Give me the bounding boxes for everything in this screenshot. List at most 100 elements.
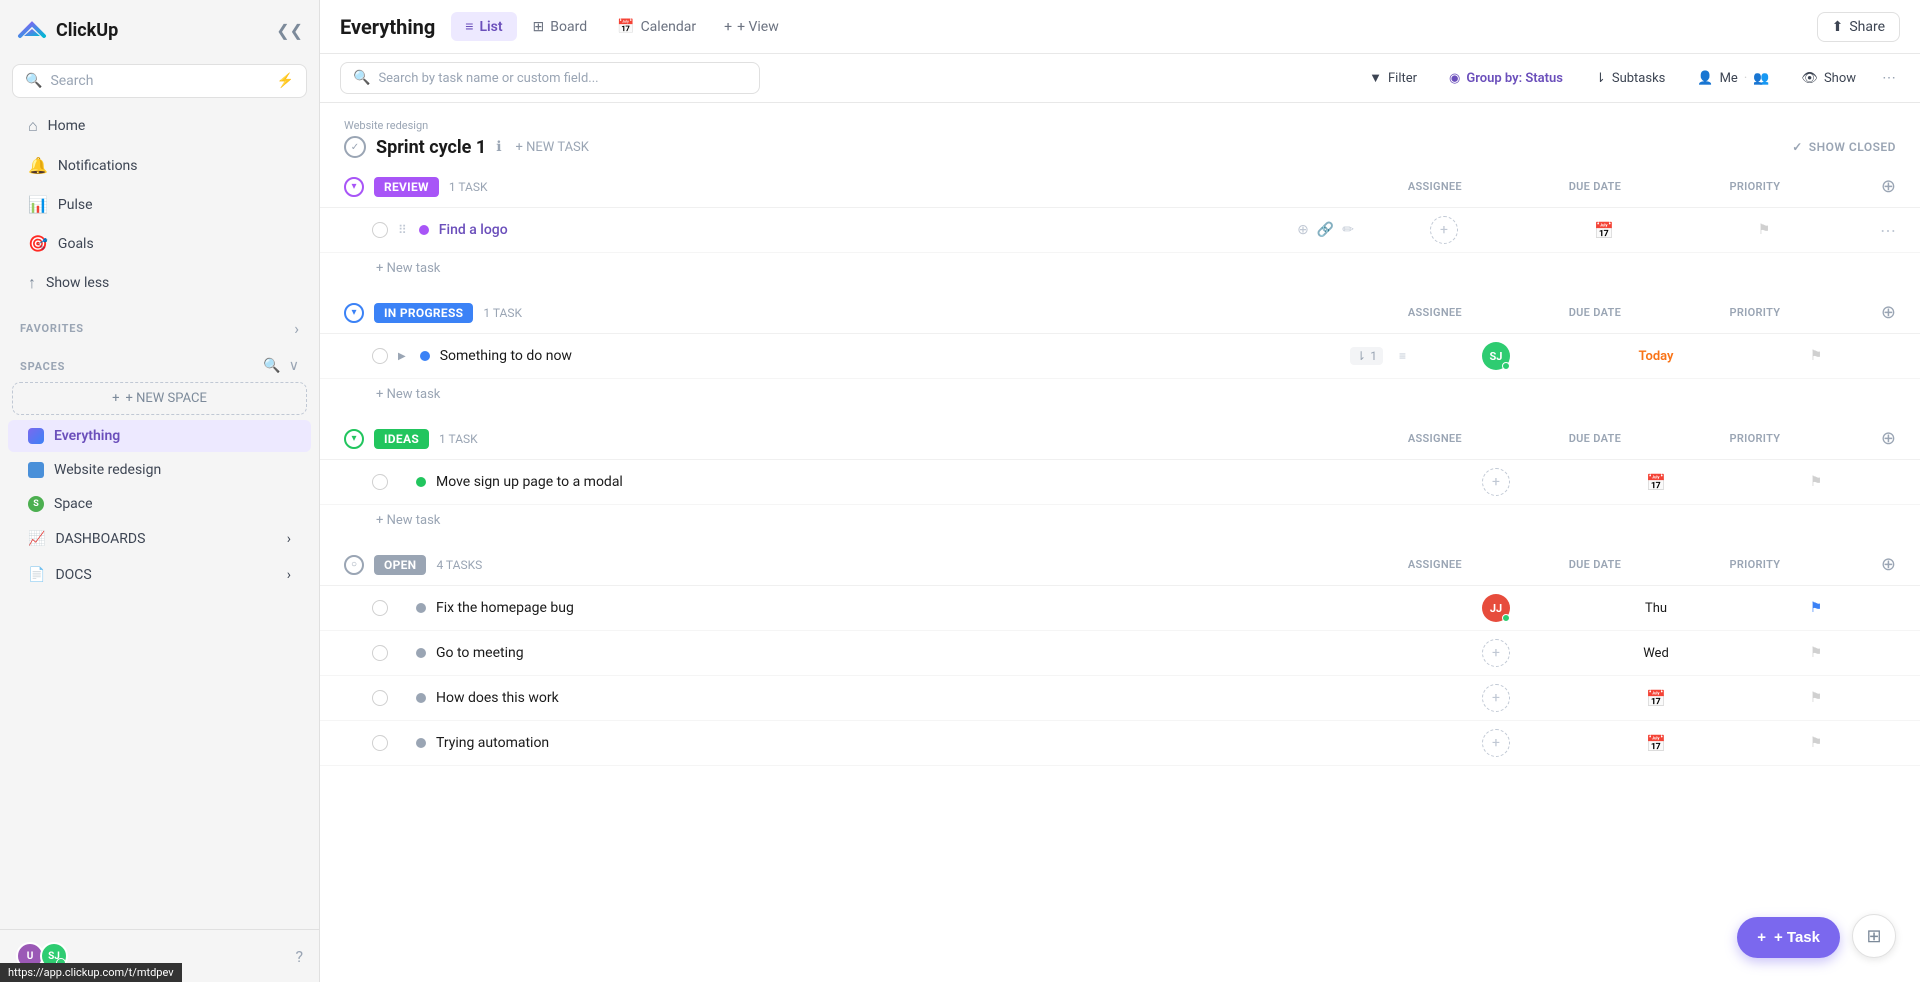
- sidebar-item-space-label: Space: [54, 496, 93, 512]
- inprogress-add-col-button[interactable]: ⊕: [1881, 302, 1896, 323]
- ideas-new-task-row[interactable]: + New task: [320, 505, 1920, 536]
- new-task-fab[interactable]: + + Task: [1737, 917, 1840, 958]
- review-add-col-button[interactable]: ⊕: [1881, 176, 1896, 197]
- filter-button[interactable]: ▼ Filter: [1359, 64, 1427, 92]
- task-due-date[interactable]: Today: [1638, 349, 1673, 364]
- apps-button[interactable]: ⊞: [1852, 914, 1896, 958]
- task-edit-icon[interactable]: ✏: [1342, 222, 1354, 238]
- task-duedate-placeholder[interactable]: 📅: [1646, 473, 1666, 492]
- ideas-add-col-button[interactable]: ⊕: [1881, 428, 1896, 449]
- task-name[interactable]: Something to do now: [440, 348, 1340, 364]
- tab-board[interactable]: ⊞ Board: [519, 13, 602, 41]
- section-review-collapse[interactable]: ▾: [344, 177, 364, 197]
- inprogress-new-task-row[interactable]: + New task: [320, 379, 1920, 410]
- sidebar-item-notifications[interactable]: 🔔 Notifications: [8, 147, 311, 184]
- sidebar-item-everything[interactable]: Everything: [8, 420, 311, 452]
- show-closed-button[interactable]: ✓ SHOW CLOSED: [1792, 140, 1896, 154]
- sidebar-search[interactable]: 🔍 Search ⚡: [12, 64, 307, 98]
- section-ideas-collapse[interactable]: ▾: [344, 429, 364, 449]
- lightning-icon[interactable]: ⚡: [277, 73, 294, 89]
- sidebar-item-home[interactable]: ⌂ Home: [8, 107, 311, 145]
- task-search-box[interactable]: 🔍 Search by task name or custom field...: [340, 62, 760, 94]
- task-more-button[interactable]: ⋯: [1880, 221, 1896, 240]
- task-checkbox[interactable]: [372, 600, 388, 616]
- sprint-new-task-button[interactable]: + NEW TASK: [516, 140, 589, 155]
- task-priority-flag[interactable]: ⚑: [1810, 645, 1823, 661]
- sidebar-collapse-button[interactable]: ❮❮: [276, 21, 303, 40]
- group-by-button[interactable]: ◉ Group by: Status: [1439, 65, 1573, 92]
- task-priority-flag[interactable]: ⚑: [1810, 348, 1823, 364]
- task-columns: + Wed ⚑: [1416, 639, 1896, 667]
- tab-calendar[interactable]: 📅 Calendar: [603, 13, 710, 41]
- task-checkbox[interactable]: [372, 348, 388, 364]
- task-checkbox[interactable]: [372, 690, 388, 706]
- task-expand-icon[interactable]: ▶: [398, 351, 406, 362]
- notifications-icon: 🔔: [28, 156, 48, 175]
- subtasks-button[interactable]: ⇂ Subtasks: [1585, 65, 1675, 92]
- sidebar-item-goals[interactable]: 🎯 Goals: [8, 225, 311, 262]
- task-assignee-placeholder[interactable]: +: [1482, 639, 1510, 667]
- spaces-expand-icon[interactable]: ∨: [289, 358, 299, 374]
- task-checkbox[interactable]: [372, 735, 388, 751]
- add-view-button[interactable]: + + View: [712, 13, 791, 41]
- sidebar-search-placeholder: Search: [50, 73, 93, 89]
- task-link-icon[interactable]: 🔗: [1317, 222, 1334, 238]
- topbar-right: ⬆ Share: [1817, 12, 1900, 42]
- task-priority-flag[interactable]: ⚑: [1810, 735, 1823, 751]
- task-assignee-placeholder[interactable]: +: [1430, 216, 1458, 244]
- sprint-info-button[interactable]: ℹ: [496, 139, 501, 155]
- me-button[interactable]: 👤 Me · 👥: [1687, 65, 1779, 92]
- section-inprogress-collapse[interactable]: ▾: [344, 303, 364, 323]
- new-space-button[interactable]: + + NEW SPACE: [12, 382, 307, 415]
- more-options-button[interactable]: ⋯: [1878, 66, 1900, 90]
- subtask-badge[interactable]: ⇂ 1: [1350, 347, 1383, 365]
- spaces-search-icon[interactable]: 🔍: [263, 358, 280, 374]
- tab-list[interactable]: ≡ List: [451, 12, 516, 41]
- task-due-date[interactable]: Wed: [1643, 646, 1669, 661]
- task-assignee-placeholder[interactable]: +: [1482, 684, 1510, 712]
- task-assignee-col: +: [1416, 729, 1576, 757]
- task-assignee-placeholder[interactable]: +: [1482, 468, 1510, 496]
- task-name[interactable]: Move sign up page to a modal: [436, 474, 1406, 490]
- sprint-header: Website redesign ✓ Sprint cycle 1 ℹ + NE…: [320, 103, 1920, 166]
- task-checkbox[interactable]: [372, 222, 388, 238]
- show-button[interactable]: 👁 Show: [1791, 65, 1866, 92]
- open-add-col-button[interactable]: ⊕: [1881, 554, 1896, 575]
- task-checkbox[interactable]: [372, 474, 388, 490]
- task-dependency-icon[interactable]: ⊕: [1297, 222, 1309, 238]
- sidebar-header: ClickUp ❮❮: [0, 0, 319, 60]
- task-priority-flag[interactable]: ⚑: [1758, 222, 1771, 238]
- task-checkbox[interactable]: [372, 645, 388, 661]
- sidebar-item-docs[interactable]: 📄 DOCS ›: [8, 558, 311, 592]
- task-due-date[interactable]: Thu: [1645, 601, 1667, 616]
- task-color-dot: [416, 648, 426, 658]
- sidebar-item-website-redesign[interactable]: Website redesign: [8, 454, 311, 486]
- inprogress-col-assignee: ASSIGNEE: [1385, 306, 1485, 319]
- task-priority-flag[interactable]: ⚑: [1810, 690, 1823, 706]
- task-assignee-avatar[interactable]: JJ: [1482, 594, 1510, 622]
- section-open-collapse[interactable]: ○: [344, 555, 364, 575]
- drag-handle-icon[interactable]: ⠿: [398, 223, 407, 237]
- task-assignee-placeholder[interactable]: +: [1482, 729, 1510, 757]
- task-priority-flag[interactable]: ⚑: [1810, 474, 1823, 490]
- task-duedate-placeholder[interactable]: 📅: [1594, 221, 1614, 240]
- help-button[interactable]: ?: [295, 947, 303, 966]
- favorites-expand-icon[interactable]: ›: [294, 319, 299, 338]
- share-button[interactable]: ⬆ Share: [1817, 12, 1900, 42]
- task-name[interactable]: Fix the homepage bug: [436, 600, 1406, 616]
- task-priority-flag[interactable]: ⚑: [1810, 600, 1823, 616]
- task-name[interactable]: Find a logo: [439, 222, 1287, 238]
- task-name[interactable]: Trying automation: [436, 735, 1406, 751]
- task-duedate-placeholder[interactable]: 📅: [1646, 734, 1666, 753]
- sidebar-item-space[interactable]: S Space: [8, 488, 311, 520]
- task-assignee-avatar[interactable]: SJ: [1482, 342, 1510, 370]
- review-new-task-row[interactable]: + New task: [320, 253, 1920, 284]
- task-name[interactable]: How does this work: [436, 690, 1406, 706]
- sidebar-item-pulse[interactable]: 📊 Pulse: [8, 186, 311, 223]
- sprint-breadcrumb: Website redesign: [344, 119, 1896, 132]
- sprint-collapse-button[interactable]: ✓: [344, 136, 366, 158]
- task-duedate-placeholder[interactable]: 📅: [1646, 689, 1666, 708]
- task-name[interactable]: Go to meeting: [436, 645, 1406, 661]
- sidebar-item-show-less[interactable]: ↑ Show less: [8, 264, 311, 302]
- sidebar-item-dashboards[interactable]: 📈 DASHBOARDS ›: [8, 522, 311, 556]
